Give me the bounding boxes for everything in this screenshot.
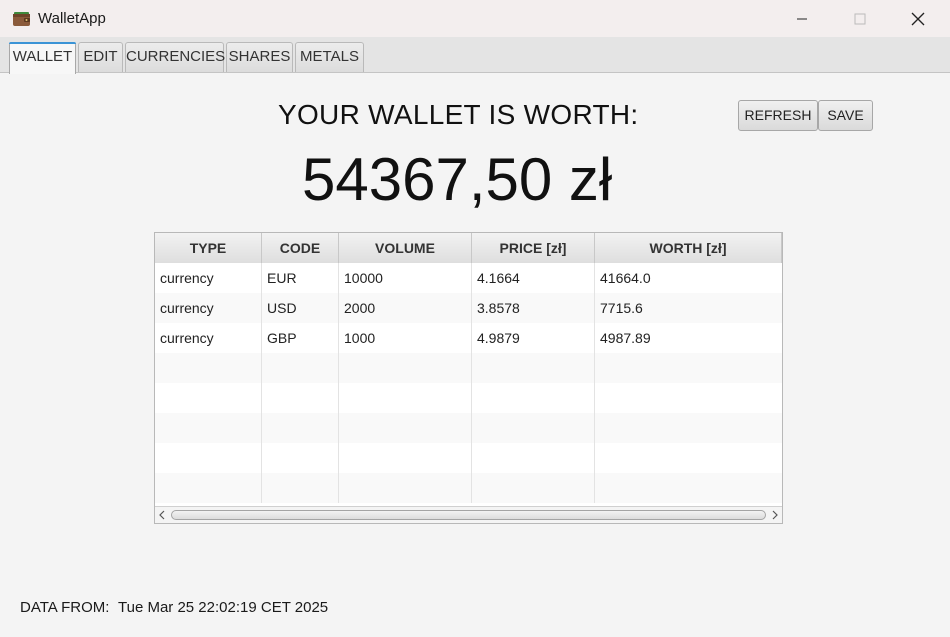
column-header-code[interactable]: CODE: [262, 233, 339, 263]
empty-row: [155, 413, 782, 443]
table-header: TYPE CODE VOLUME PRICE [zł] WORTH [zł]: [155, 233, 782, 264]
cell-price: 3.8578: [472, 293, 595, 323]
tab-edit[interactable]: EDIT: [78, 42, 123, 72]
window-title: WalletApp: [38, 10, 106, 27]
table-row[interactable]: currency GBP 1000 4.9879 4987.89: [155, 323, 782, 353]
title-bar: WalletApp: [0, 0, 950, 37]
tab-currencies[interactable]: CURRENCIES: [125, 42, 225, 72]
maximize-button[interactable]: [831, 0, 889, 37]
cell-code: GBP: [262, 323, 339, 353]
scroll-right-icon[interactable]: [770, 510, 780, 520]
maximize-icon: [854, 13, 866, 24]
tab-shares[interactable]: SHARES: [226, 42, 293, 72]
tab-wallet[interactable]: WALLET: [9, 42, 76, 74]
scrollbar-thumb[interactable]: [171, 510, 766, 520]
cell-type: currency: [155, 293, 262, 323]
cell-code: EUR: [262, 263, 339, 293]
cell-volume: 10000: [339, 263, 472, 293]
minimize-button[interactable]: [773, 0, 831, 37]
scroll-left-icon[interactable]: [157, 510, 167, 520]
minimize-icon: [797, 18, 807, 19]
empty-row: [155, 443, 782, 473]
tab-metals[interactable]: METALS: [295, 42, 364, 72]
horizontal-scrollbar[interactable]: [155, 506, 782, 523]
column-header-price[interactable]: PRICE [zł]: [472, 233, 595, 263]
cell-volume: 2000: [339, 293, 472, 323]
refresh-button[interactable]: REFRESH: [738, 100, 818, 131]
cell-worth: 7715.6: [600, 300, 643, 316]
wallet-total-amount: 54367,50 zł: [302, 146, 613, 213]
cell-price: 4.9879: [472, 323, 595, 353]
tab-bar: WALLET EDIT CURRENCIES SHARES METALS: [0, 37, 950, 74]
column-header-type[interactable]: TYPE: [155, 233, 262, 263]
cell-worth: 41664.0: [600, 270, 651, 286]
data-from-timestamp: Tue Mar 25 22:02:19 CET 2025: [118, 599, 329, 616]
cell-worth: 4987.89: [600, 330, 651, 346]
save-button[interactable]: SAVE: [818, 100, 873, 131]
wallet-heading: YOUR WALLET IS WORTH:: [278, 99, 639, 130]
column-header-volume[interactable]: VOLUME: [339, 233, 472, 263]
cell-code: USD: [262, 293, 339, 323]
column-header-worth[interactable]: WORTH [zł]: [595, 233, 782, 263]
empty-row: [155, 383, 782, 413]
wallet-icon: [13, 12, 30, 26]
wallet-table[interactable]: TYPE CODE VOLUME PRICE [zł] WORTH [zł] c…: [154, 232, 783, 524]
cell-price: 4.1664: [472, 263, 595, 293]
data-from-label: DATA FROM:: [20, 599, 110, 616]
empty-row: [155, 353, 782, 383]
empty-row: [155, 473, 782, 503]
close-button[interactable]: [889, 0, 947, 37]
close-icon: [911, 12, 925, 25]
table-row[interactable]: currency USD 2000 3.8578 7715.6: [155, 293, 782, 323]
cell-type: currency: [155, 323, 262, 353]
cell-type: currency: [155, 263, 262, 293]
cell-volume: 1000: [339, 323, 472, 353]
table-row[interactable]: currency EUR 10000 4.1664 41664.0: [155, 263, 782, 293]
